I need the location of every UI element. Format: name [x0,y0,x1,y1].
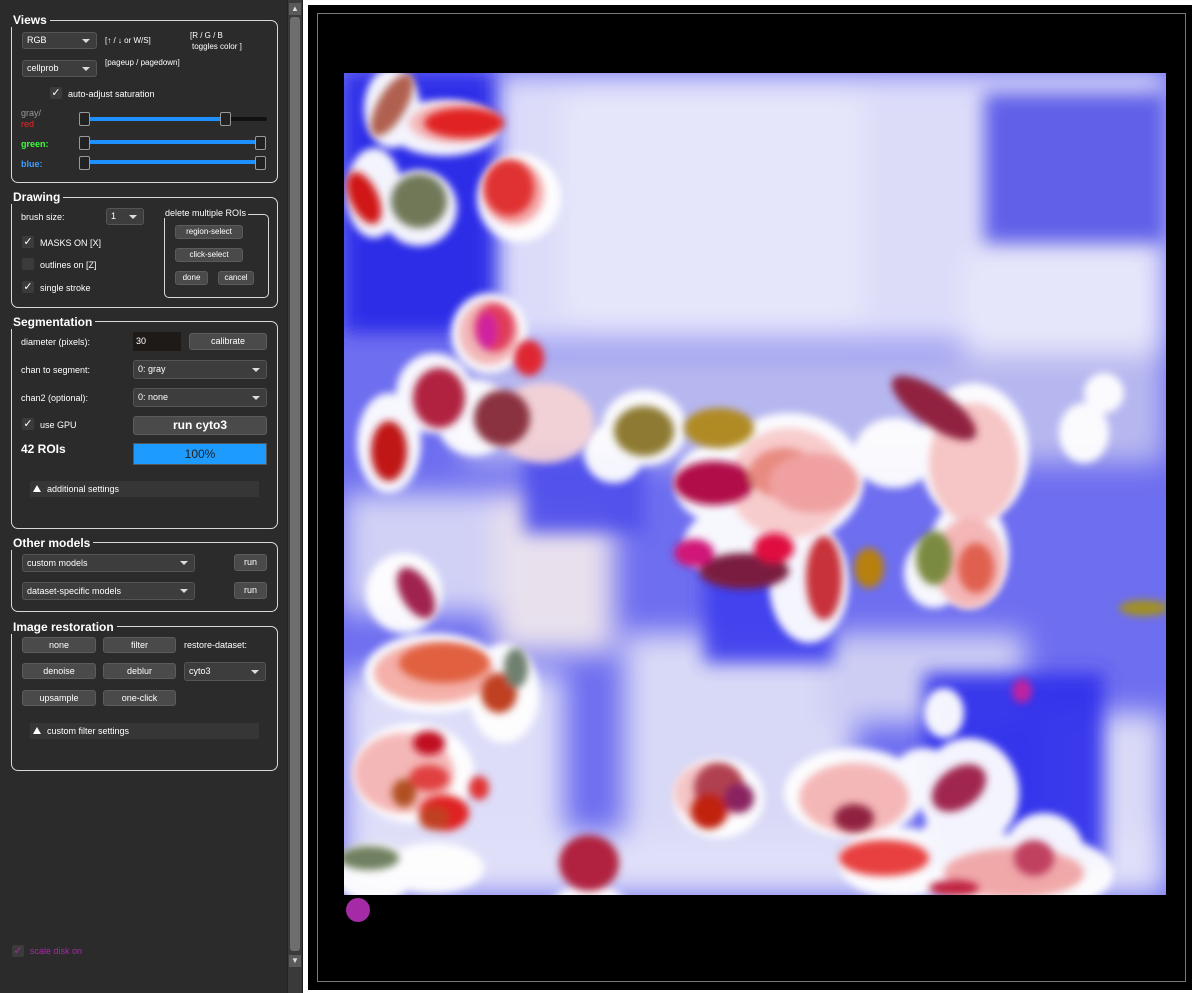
sidebar-scrollbar[interactable]: ▲ ▼ [287,0,302,993]
chevron-down-icon [180,589,188,593]
gray-slider-rest [225,117,267,121]
drawing-title: Drawing [10,190,64,204]
dataset-models-select[interactable]: dataset-specific models [22,582,195,600]
chevron-down-icon [82,67,90,71]
calibrate-button[interactable]: calibrate [189,333,267,350]
color-mode-value: RGB [27,35,47,45]
views-title: Views [10,13,50,27]
chevron-down-icon [252,396,260,400]
run-custom-button[interactable]: run [234,554,267,571]
cellprob-image[interactable] [344,73,1166,895]
roi-count: 42 ROIs [21,442,66,456]
restoration-title: Image restoration [10,620,117,634]
run-cyto3-button[interactable]: run cyto3 [133,416,267,435]
single-stroke-checkbox[interactable]: ✓ [22,281,34,293]
delete-rois-title: delete multiple ROIs [163,208,249,218]
restore-dataset-select[interactable]: cyto3 [184,662,266,681]
none-button[interactable]: none [22,637,96,653]
region-select-button[interactable]: region-select [175,225,243,239]
scroll-down-icon[interactable]: ▼ [289,955,301,967]
chevron-down-icon [180,561,188,565]
green-label: green: [21,139,49,149]
scale-disk [346,898,370,922]
masks-on-label: MASKS ON [X] [40,238,102,248]
scale-disk-label: scale disk on [30,946,83,956]
restore-dataset-label: restore-dataset: [184,640,248,650]
expand-arrow-icon [33,485,41,492]
chevron-down-icon [252,368,260,372]
segmentation-title: Segmentation [10,315,96,329]
custom-models-select[interactable]: custom models [22,554,195,572]
done-button[interactable]: done [175,271,208,285]
chevron-down-icon [129,215,137,219]
chan2-value: 0: none [138,392,169,402]
gray-slider-min-handle[interactable] [79,112,90,126]
chan-segment-label: chan to segment: [21,365,91,375]
color-hint: [↑ / ↓ or W/S] [105,36,151,45]
gray-slider-max-handle[interactable] [220,112,231,126]
masks-on-checkbox[interactable]: ✓ [22,236,34,248]
outlines-on-checkbox[interactable] [22,258,34,270]
green-slider-track[interactable] [80,140,265,144]
scroll-up-icon[interactable]: ▲ [289,3,301,15]
click-select-button[interactable]: click-select [175,248,243,262]
outlines-on-label: outlines on [Z] [40,260,97,270]
use-gpu-label: use GPU [40,420,77,430]
blue-label: blue: [21,159,43,169]
diameter-label: diameter (pixels): [21,337,91,347]
additional-settings-toggle[interactable]: additional settings [30,481,259,497]
page-hint: [pageup / pagedown] [105,58,180,67]
image-viewer [303,0,1195,993]
auto-adjust-checkbox[interactable]: ✓ [50,87,62,99]
chan2-select[interactable]: 0: none [133,388,267,407]
upsample-button[interactable]: upsample [22,690,96,706]
other-models-group [11,542,278,612]
additional-settings-label: additional settings [47,484,120,494]
control-panel: Views RGB [↑ / ↓ or W/S] [R / G / B togg… [0,0,287,993]
scale-disk-checkbox[interactable]: ✓ [12,945,24,957]
custom-filter-label: custom filter settings [47,726,130,736]
deblur-button[interactable]: deblur [103,663,176,679]
chan-segment-select[interactable]: 0: gray [133,360,267,379]
expand-arrow-icon [33,727,41,734]
other-models-title: Other models [10,536,94,550]
custom-filter-toggle[interactable]: custom filter settings [30,723,259,739]
green-slider-min-handle[interactable] [79,136,90,150]
rgb-hint-line2: toggles color ] [192,42,242,51]
single-stroke-label: single stroke [40,283,91,293]
brush-size-label: brush size: [21,212,65,222]
run-dataset-button[interactable]: run [234,582,267,599]
filter-button[interactable]: filter [103,637,176,653]
dataset-models-value: dataset-specific models [27,586,122,596]
viewer-frame [308,5,1192,990]
denoise-button[interactable]: denoise [22,663,96,679]
diameter-input[interactable]: 30 [133,332,181,351]
brush-size-select[interactable]: 1 [106,208,144,225]
blue-slider-track[interactable] [80,160,265,164]
rgb-hint-line1: [R / G / B [190,31,223,40]
progress-text: 100% [184,447,216,461]
chan2-label: chan2 (optional): [21,393,89,403]
red-label: red [21,119,35,129]
view-select[interactable]: cellprob [22,60,97,77]
auto-adjust-label: auto-adjust saturation [68,89,155,99]
chevron-down-icon [82,39,90,43]
gray-label: gray/ [21,108,42,118]
progress-bar: 100% [133,443,267,465]
restore-dataset-value: cyto3 [189,666,211,676]
cancel-button[interactable]: cancel [218,271,254,285]
scrollbar-thumb[interactable] [290,17,300,951]
color-mode-select[interactable]: RGB [22,32,97,49]
blue-slider-max-handle[interactable] [255,156,266,170]
green-slider-max-handle[interactable] [255,136,266,150]
blue-slider-min-handle[interactable] [79,156,90,170]
custom-models-value: custom models [27,558,88,568]
chan-segment-value: 0: gray [138,364,166,374]
brush-size-value: 1 [111,211,117,221]
one-click-button[interactable]: one-click [103,690,176,706]
view-select-value: cellprob [27,63,59,73]
use-gpu-checkbox[interactable]: ✓ [22,418,34,430]
chevron-down-icon [251,670,259,674]
gray-slider-track[interactable] [80,117,225,121]
